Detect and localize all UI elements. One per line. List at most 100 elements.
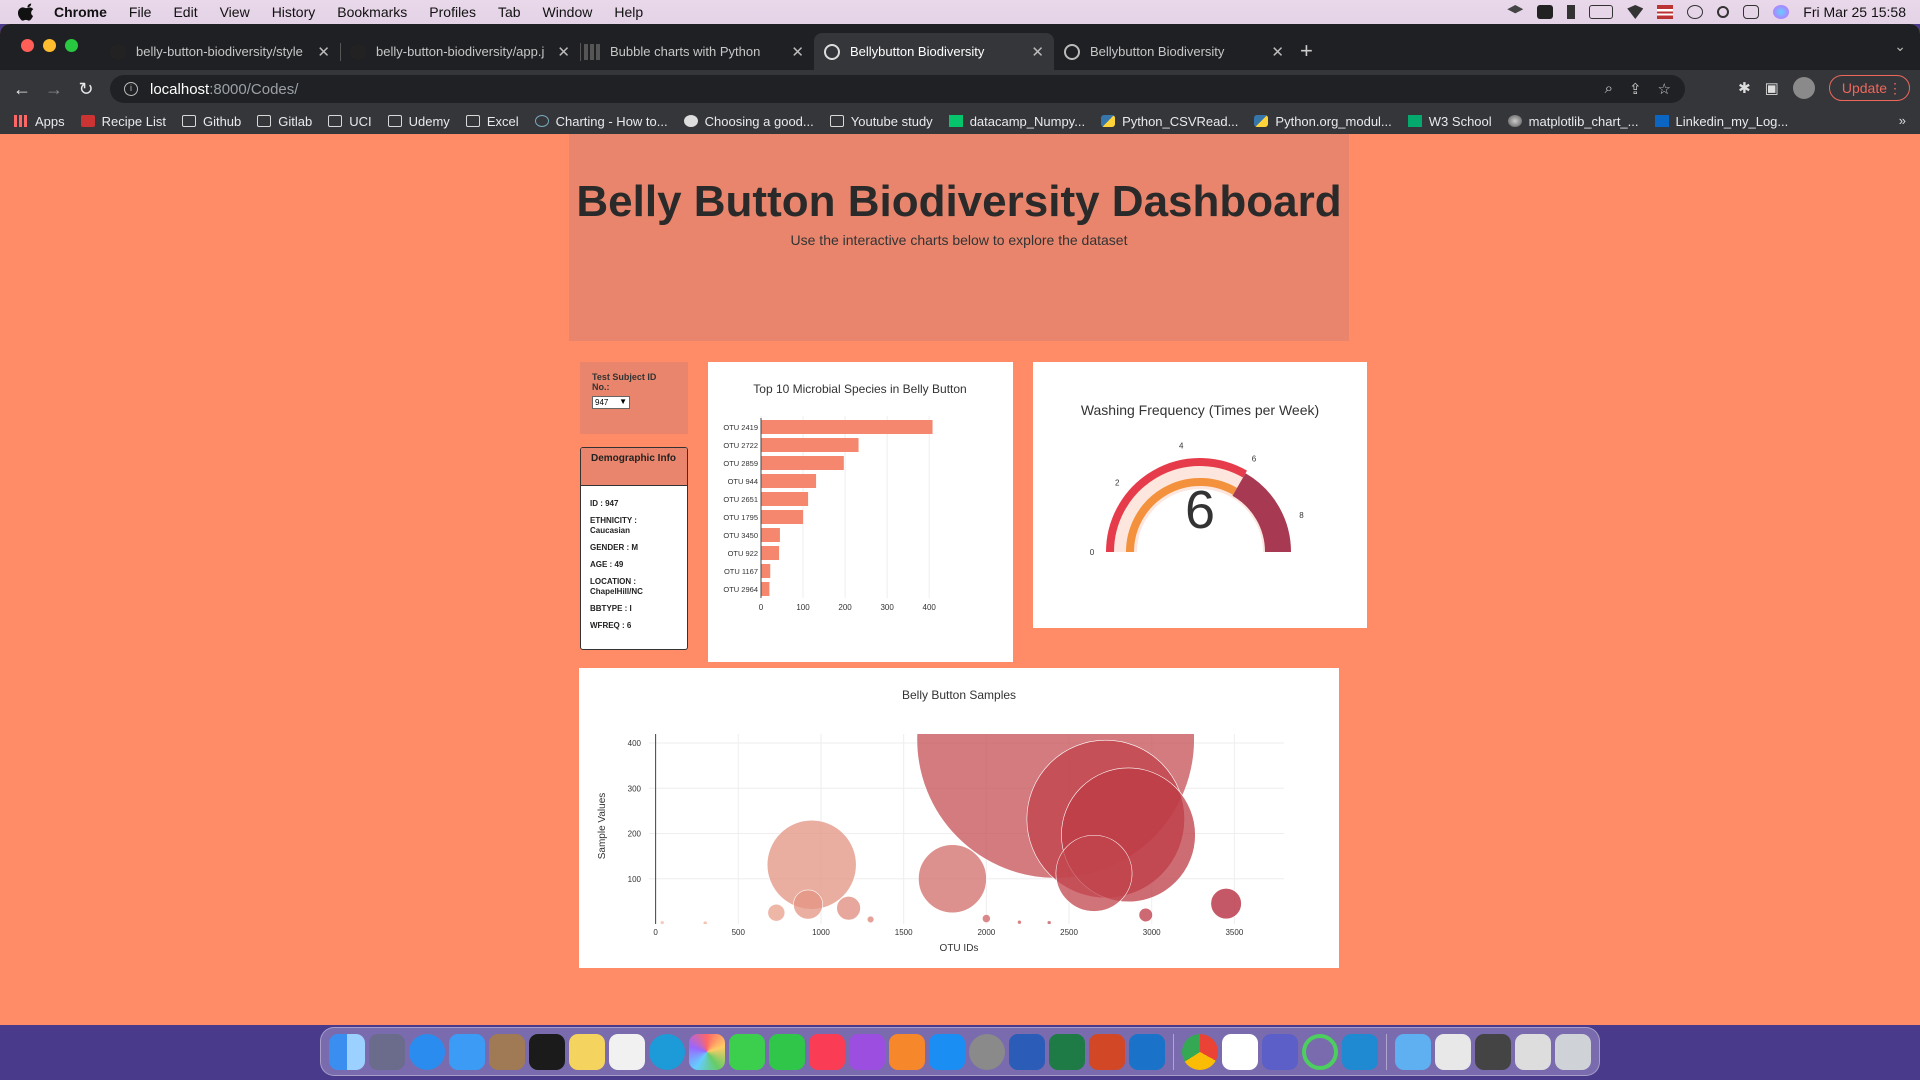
address-bar[interactable]: i localhost:8000/Codes/ ⌕ ⇪ ☆ bbox=[110, 75, 1685, 103]
bookmark-item[interactable]: Python.org_modul... bbox=[1254, 114, 1392, 129]
bookmark-item[interactable]: UCI bbox=[328, 114, 372, 129]
bar[interactable] bbox=[761, 474, 817, 488]
skype-icon[interactable] bbox=[649, 1033, 685, 1070]
vscode-icon[interactable] bbox=[1342, 1033, 1378, 1070]
tab-bubble-charts[interactable]: Bubble charts with Python ✕ bbox=[574, 33, 814, 70]
bubble-point[interactable] bbox=[793, 889, 824, 920]
back-arrow-icon[interactable]: ← bbox=[6, 79, 38, 100]
forward-arrow-icon[interactable]: → bbox=[38, 79, 70, 100]
zoom-window-button[interactable] bbox=[65, 39, 78, 52]
music-icon[interactable] bbox=[809, 1033, 845, 1070]
share-icon[interactable]: ⇪ bbox=[1629, 80, 1642, 98]
contacts-icon[interactable] bbox=[489, 1033, 525, 1070]
podcasts-icon[interactable] bbox=[849, 1033, 885, 1070]
menu-history[interactable]: History bbox=[272, 4, 316, 20]
menu-profiles[interactable]: Profiles bbox=[429, 4, 476, 20]
top10-bar-chart[interactable]: Top 10 Microbial Species in Belly Button… bbox=[708, 362, 1013, 662]
bookmark-item[interactable]: Linkedin_my_Log... bbox=[1654, 114, 1788, 129]
close-tab-icon[interactable]: ✕ bbox=[1031, 43, 1044, 61]
messages-icon[interactable] bbox=[729, 1033, 765, 1070]
menu-bookmarks[interactable]: Bookmarks bbox=[337, 4, 407, 20]
bluetooth-icon[interactable] bbox=[1567, 5, 1576, 19]
slack-icon[interactable] bbox=[1222, 1033, 1258, 1070]
close-tab-icon[interactable]: ✕ bbox=[557, 43, 570, 61]
teams-icon[interactable] bbox=[1262, 1033, 1298, 1070]
bar[interactable] bbox=[761, 420, 933, 434]
word-icon[interactable] bbox=[1009, 1033, 1045, 1070]
bookmark-star-icon[interactable]: ☆ bbox=[1658, 80, 1671, 98]
profile-avatar[interactable] bbox=[1792, 77, 1815, 99]
menu-help[interactable]: Help bbox=[614, 4, 643, 20]
mail-icon[interactable] bbox=[449, 1033, 485, 1070]
extensions-puzzle-icon[interactable]: ✱ bbox=[1738, 79, 1751, 97]
washing-frequency-gauge[interactable]: Washing Frequency (Times per Week) 6 0 2 4… bbox=[1033, 362, 1367, 628]
bookmark-item[interactable]: Youtube study bbox=[829, 114, 933, 129]
downloads-folder-icon[interactable] bbox=[1395, 1033, 1431, 1070]
terminal-icon[interactable] bbox=[529, 1033, 565, 1070]
bookmark-item[interactable]: Recipe List bbox=[80, 114, 166, 129]
tab-github-style[interactable]: belly-button-biodiversity/style ✕ bbox=[100, 33, 341, 70]
wifi-icon[interactable] bbox=[1627, 5, 1644, 19]
system-preferences-icon[interactable] bbox=[969, 1033, 1005, 1070]
tab-bellybutton-active[interactable]: Bellybutton Biodiversity ✕ bbox=[814, 33, 1054, 70]
belly-button-samples-bubble-chart[interactable]: Belly Button Samples OTU IDs Sample Valu… bbox=[579, 668, 1339, 968]
photos-icon[interactable] bbox=[689, 1033, 725, 1070]
bar[interactable] bbox=[761, 510, 804, 524]
bookmark-item[interactable]: Python_CSVRead... bbox=[1101, 114, 1238, 129]
update-button[interactable]: Update ⋮ bbox=[1828, 75, 1910, 101]
launchpad-icon[interactable] bbox=[369, 1033, 405, 1070]
safari-icon[interactable] bbox=[409, 1033, 445, 1070]
facetime-icon[interactable] bbox=[769, 1033, 805, 1070]
new-tab-icon[interactable]: + bbox=[1300, 38, 1313, 64]
bar[interactable] bbox=[761, 582, 770, 596]
bookmark-item[interactable]: matplotlib_chart_... bbox=[1507, 114, 1639, 129]
excel-icon[interactable] bbox=[1049, 1033, 1085, 1070]
bubble-point[interactable] bbox=[1046, 920, 1052, 925]
recent-window-icon[interactable] bbox=[1515, 1033, 1551, 1070]
recent-window-icon[interactable] bbox=[1435, 1033, 1471, 1070]
outlook-icon[interactable] bbox=[1129, 1033, 1165, 1070]
bar[interactable] bbox=[761, 564, 771, 578]
bubble-point[interactable] bbox=[1017, 919, 1022, 924]
tab-search-chevron-icon[interactable]: ⌄ bbox=[1894, 38, 1906, 55]
bookmark-item[interactable]: Charting - How to... bbox=[534, 114, 668, 129]
finder-icon[interactable] bbox=[329, 1033, 365, 1070]
zoom-icon[interactable]: ⌕ bbox=[1605, 80, 1613, 98]
bubble-point[interactable] bbox=[1210, 888, 1242, 920]
notes-icon[interactable] bbox=[569, 1033, 605, 1070]
activity-ring-icon[interactable] bbox=[1302, 1033, 1338, 1070]
control-center-icon[interactable] bbox=[1743, 5, 1760, 19]
close-tab-icon[interactable]: ✕ bbox=[1271, 43, 1284, 61]
menu-edit[interactable]: Edit bbox=[173, 4, 197, 20]
bubble-point[interactable] bbox=[702, 920, 708, 925]
recent-window-icon[interactable] bbox=[1475, 1033, 1511, 1070]
tab-bellybutton[interactable]: Bellybutton Biodiversity ✕ bbox=[1054, 33, 1294, 70]
flag-icon[interactable] bbox=[1657, 5, 1674, 19]
menubar-clock[interactable]: Fri Mar 25 15:58 bbox=[1803, 4, 1906, 20]
bubble-point[interactable] bbox=[981, 914, 991, 923]
powerpoint-icon[interactable] bbox=[1089, 1033, 1125, 1070]
kebab-menu-icon[interactable]: ⋮ bbox=[1888, 80, 1902, 97]
reload-icon[interactable]: ↻ bbox=[70, 79, 102, 100]
books-icon[interactable] bbox=[889, 1033, 925, 1070]
bookmark-item[interactable]: W3 School bbox=[1407, 114, 1492, 129]
time-machine-icon[interactable] bbox=[1687, 5, 1704, 19]
malwarebytes-icon[interactable] bbox=[1537, 5, 1554, 19]
bookmark-item[interactable]: Github bbox=[181, 114, 241, 129]
site-info-icon[interactable]: i bbox=[124, 82, 138, 96]
bubble-point[interactable] bbox=[918, 844, 987, 914]
minimize-window-button[interactable] bbox=[43, 39, 56, 52]
bar[interactable] bbox=[761, 438, 859, 452]
bar[interactable] bbox=[761, 492, 809, 506]
subject-id-dropdown[interactable]: 947 ▼ bbox=[592, 396, 630, 409]
menu-app-name[interactable]: Chrome bbox=[54, 4, 107, 20]
bookmark-item[interactable]: Excel bbox=[465, 114, 519, 129]
battery-icon[interactable] bbox=[1589, 5, 1614, 19]
bubble-point[interactable] bbox=[659, 920, 665, 925]
more-bookmarks-icon[interactable]: » bbox=[1899, 113, 1906, 128]
bubble-point[interactable] bbox=[1055, 834, 1133, 912]
menu-tab[interactable]: Tab bbox=[498, 4, 521, 20]
close-window-button[interactable] bbox=[21, 39, 34, 52]
bar[interactable] bbox=[761, 528, 780, 542]
tab-github-app[interactable]: belly-button-biodiversity/app.j ✕ bbox=[340, 33, 581, 70]
